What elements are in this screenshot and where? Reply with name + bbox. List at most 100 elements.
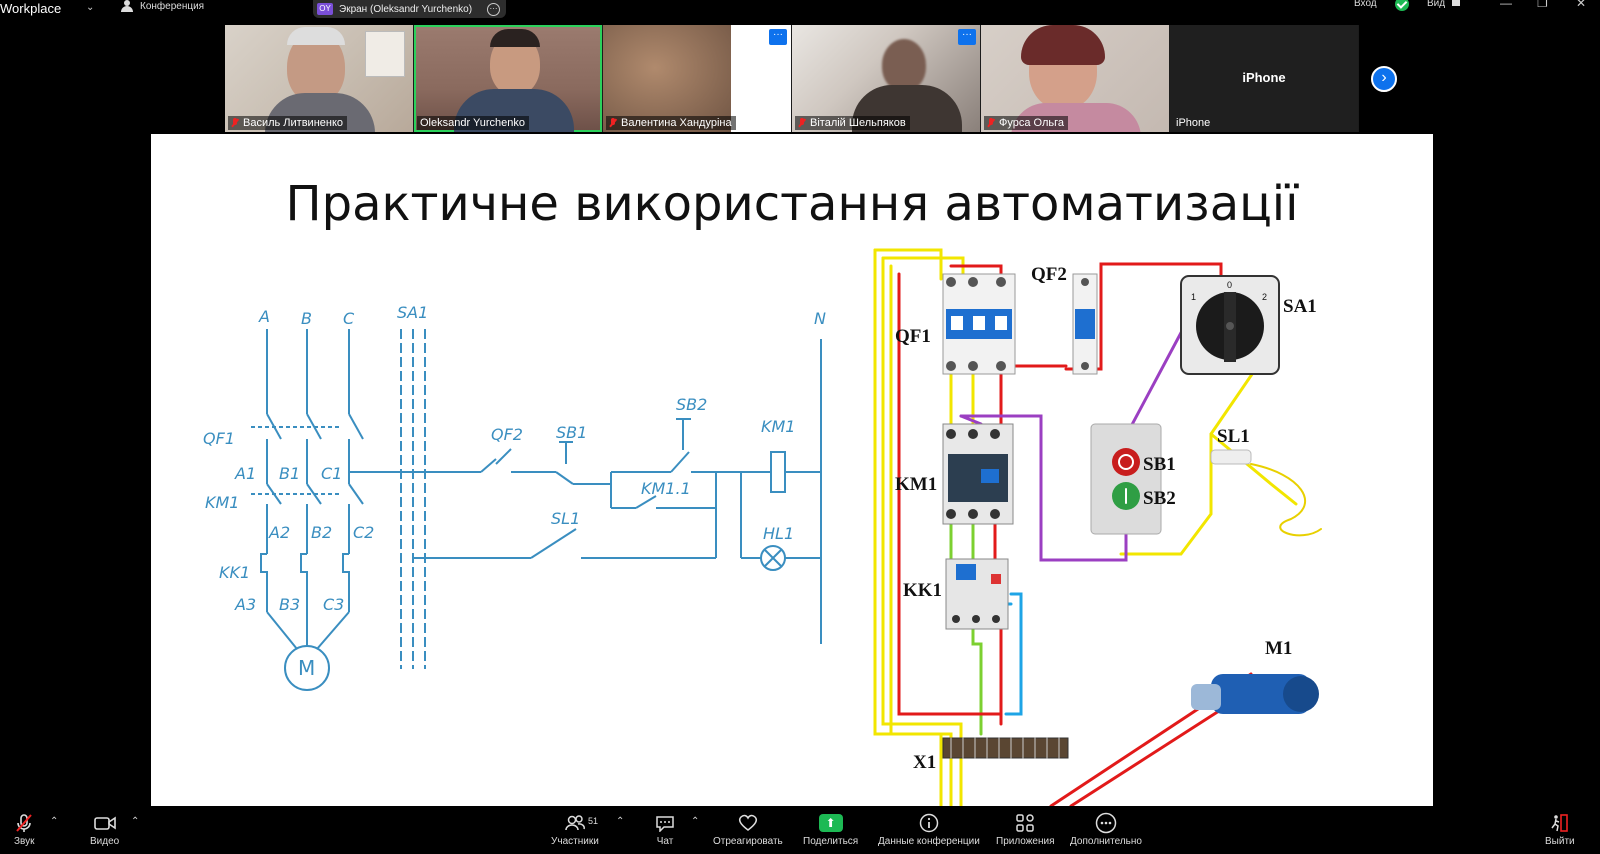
schematic-label-b2: B2 <box>311 523 332 542</box>
schematic-label-b3: B3 <box>279 595 300 614</box>
share-screen-button[interactable]: ⬆ Поделиться <box>803 812 858 847</box>
minimize-icon[interactable]: — <box>1500 0 1512 10</box>
react-button[interactable]: Отреагировать <box>713 812 783 847</box>
schematic-label-a: A <box>258 307 270 326</box>
participant-name-label: Віталій Шельпяков <box>795 116 910 130</box>
participant-tile[interactable]: Фурса Ольга <box>981 25 1169 132</box>
video-options-chevron-icon[interactable]: ⌃ <box>131 816 139 827</box>
schematic-label-sb2: SB2 <box>676 395 707 414</box>
shared-screen-slide: Практичне використання автоматизації A B… <box>151 134 1433 806</box>
wiring-diagram <box>873 248 1322 806</box>
view-menu[interactable]: Вид <box>1427 0 1445 9</box>
meeting-info-button[interactable]: Данные конференции <box>878 812 980 847</box>
participant-tile[interactable]: ··· Валентина Хандуріна <box>603 25 791 132</box>
chat-options-chevron-icon[interactable]: ⌃ <box>691 816 699 827</box>
wiring-label-sb2: SB2 <box>1143 488 1176 509</box>
mic-muted-icon <box>798 118 806 128</box>
pushbutton-box <box>1090 423 1162 535</box>
share-arrow-icon: ⬆ <box>818 814 843 832</box>
wiring-label-sb1: SB1 <box>1143 454 1176 475</box>
more-label: Дополнительно <box>1070 836 1142 847</box>
audio-button[interactable]: Звук <box>14 812 35 847</box>
security-shield-icon[interactable] <box>1395 0 1409 11</box>
participants-options-chevron-icon[interactable]: ⌃ <box>616 816 624 827</box>
schematic-label-b: B <box>301 309 312 328</box>
wiring-label-m1: M1 <box>1265 638 1292 659</box>
participant-name-label: Василь Литвиненко <box>228 116 348 130</box>
video-camera-icon <box>93 812 116 834</box>
schematic-label-sb1: SB1 <box>556 423 587 442</box>
x1-terminal-block <box>942 737 1069 759</box>
meeting-menu[interactable]: Конференция <box>120 0 204 12</box>
schematic-label-km11: KM1.1 <box>641 479 691 498</box>
sa1-position-2: 2 <box>1262 292 1267 302</box>
heart-icon <box>737 812 759 834</box>
wiring-label-kk1: KK1 <box>903 580 942 601</box>
exit-door-icon <box>1550 812 1570 834</box>
next-page-button[interactable]: › <box>1371 66 1397 92</box>
chevron-down-icon[interactable]: ⌄ <box>86 2 94 13</box>
schematic-label-kk1: KK1 <box>219 563 250 582</box>
chat-label: Чат <box>656 836 674 847</box>
meeting-toolbar: Звук ⌃ Видео ⌃ Участники 51 ⌃ Чат ⌃ Отре… <box>0 806 1600 854</box>
schematic-label-a3: A3 <box>234 595 256 614</box>
schematic-label-a2: A2 <box>268 523 290 542</box>
schematic-label-hl1: HL1 <box>763 524 794 543</box>
wiring-label-sl1: SL1 <box>1217 426 1250 447</box>
schematic-label-km1-coil: KM1 <box>761 417 795 436</box>
schematic-label-c1: C1 <box>321 464 342 483</box>
tile-options-button[interactable]: ··· <box>958 29 976 45</box>
participant-video <box>882 39 926 91</box>
apps-label: Приложения <box>996 836 1055 847</box>
qf2-breaker <box>1072 273 1098 375</box>
app-name: Workplace <box>0 1 62 16</box>
schematic-label-motor: M <box>298 656 315 680</box>
tile-options-button[interactable]: ··· <box>769 29 787 45</box>
audio-label: Звук <box>14 836 35 847</box>
mic-muted-icon <box>987 118 995 128</box>
sa1-position-1: 1 <box>1191 292 1196 302</box>
chat-button[interactable]: Чат <box>655 812 675 847</box>
participant-tile[interactable]: ··· Віталій Шельпяков <box>792 25 980 132</box>
info-label: Данные конференции <box>878 836 980 847</box>
share-label: Поделиться <box>803 836 859 847</box>
schematic-label-a1: A1 <box>234 464 256 483</box>
participants-icon <box>564 812 586 834</box>
electrical-schematic <box>251 329 822 691</box>
participant-tile[interactable]: Василь Литвиненко <box>225 25 413 132</box>
login-label[interactable]: Вход <box>1354 0 1377 9</box>
chat-bubble-icon <box>655 812 675 834</box>
schematic-label-c2: C2 <box>353 523 374 542</box>
wiring-label-km1: KM1 <box>895 474 937 495</box>
slide-diagrams: A B C SA1 N QF1 A1 B1 C1 KM1 A2 B2 C2 KK… <box>203 248 1322 806</box>
kk1-thermal-relay <box>945 558 1009 630</box>
more-button[interactable]: Дополнительно <box>1070 812 1142 847</box>
screen-share-indicator[interactable]: OY Экран (Oleksandr Yurchenko) ··· <box>313 0 506 18</box>
participant-title: iPhone <box>1242 70 1286 85</box>
more-options-icon[interactable]: ··· <box>487 2 500 16</box>
video-button[interactable]: Видео <box>90 812 119 847</box>
close-icon[interactable]: ✕ <box>1576 0 1586 10</box>
audio-options-chevron-icon[interactable]: ⌃ <box>50 816 58 827</box>
schematic-label-c: C <box>343 309 355 328</box>
leave-meeting-button[interactable]: Выйти <box>1545 812 1575 847</box>
apps-button[interactable]: Приложения <box>996 812 1055 847</box>
m1-pump-motor <box>1191 674 1319 714</box>
mic-muted-icon <box>14 812 34 834</box>
participant-tile[interactable]: iPhone iPhone <box>1170 25 1358 132</box>
schematic-label-qf1: QF1 <box>203 429 235 448</box>
info-icon <box>919 812 939 834</box>
participants-label: Участники <box>551 836 599 847</box>
schematic-label-sa1: SA1 <box>397 303 428 322</box>
schematic-label-qf2: QF2 <box>491 425 523 444</box>
react-label: Отреагировать <box>713 836 783 847</box>
schematic-label-c3: C3 <box>323 595 344 614</box>
screen-share-label: Экран (Oleksandr Yurchenko) <box>339 3 473 15</box>
leave-label: Выйти <box>1545 836 1575 847</box>
restore-icon[interactable]: ❐ <box>1537 0 1548 10</box>
participant-tile-active[interactable]: Oleksandr Yurchenko <box>414 25 602 132</box>
top-bar: Workplace ⌄ Конференция OY Экран (Oleksa… <box>0 0 1600 20</box>
participant-name-label: Oleksandr Yurchenko <box>417 116 529 130</box>
sl1-float-switch <box>1210 449 1322 537</box>
wiring-label-qf1: QF1 <box>895 326 931 347</box>
